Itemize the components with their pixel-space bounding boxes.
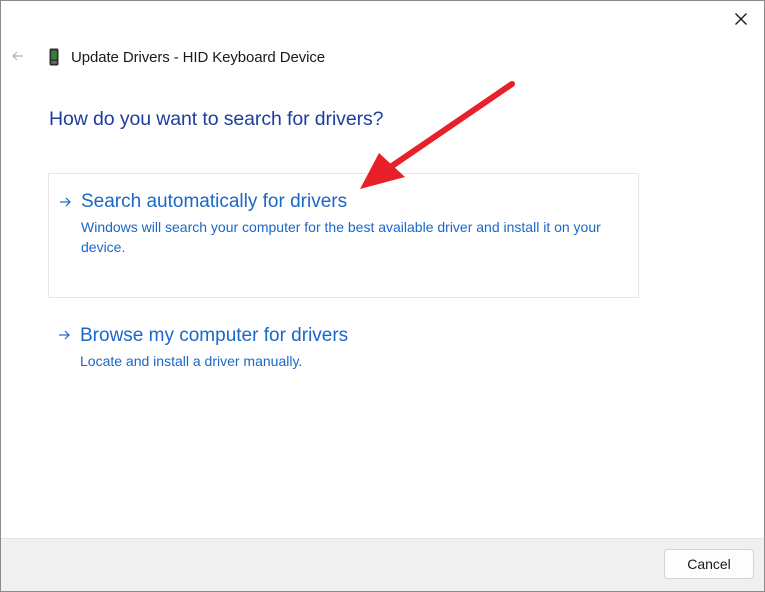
dialog-title-bar: Update Drivers - HID Keyboard Device (47, 46, 325, 68)
dialog-title: Update Drivers - HID Keyboard Device (71, 48, 325, 66)
option-description: Windows will search your computer for th… (81, 219, 601, 255)
right-arrow-icon (56, 327, 72, 343)
back-arrow-icon (12, 51, 23, 61)
option-title: Search automatically for drivers (81, 191, 348, 212)
dialog-footer: Cancel (1, 538, 764, 591)
update-drivers-dialog: Update Drivers - HID Keyboard Device How… (0, 0, 765, 592)
close-button[interactable] (726, 5, 756, 33)
option-description: Locate and install a driver manually. (80, 353, 303, 369)
right-arrow-icon (57, 194, 73, 210)
page-heading: How do you want to search for drivers? (49, 108, 384, 130)
option-title: Browse my computer for drivers (80, 325, 349, 346)
search-automatically-option[interactable]: Search automatically for drivers Windows… (48, 173, 639, 298)
browse-computer-option[interactable]: Browse my computer for drivers Locate an… (48, 319, 639, 389)
close-icon (735, 13, 747, 25)
cancel-button[interactable]: Cancel (664, 549, 754, 579)
keyboard-device-icon (47, 47, 61, 67)
back-button[interactable] (7, 45, 29, 67)
